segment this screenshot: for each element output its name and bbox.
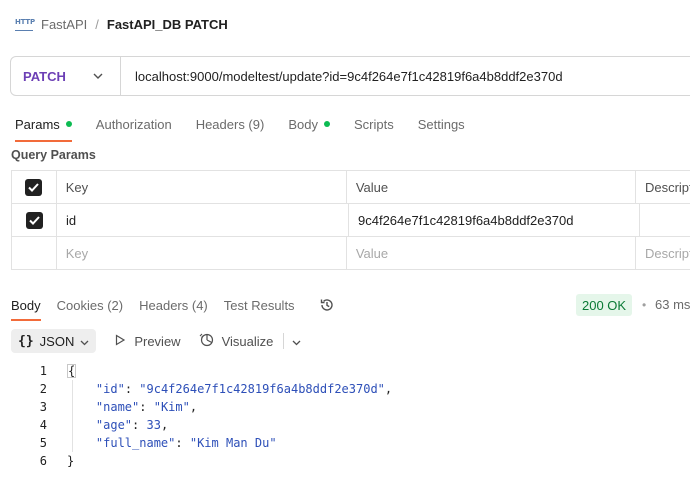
code-line: 2 "id": "9c4f264e7f1c42819f6a4b8ddf2e370… — [0, 380, 392, 398]
active-dot-icon — [323, 121, 330, 127]
column-header-key: Key — [57, 171, 347, 203]
code-line: 1 { — [0, 362, 392, 380]
new-description-field[interactable]: Description — [636, 237, 690, 269]
tab-label: Settings — [417, 116, 465, 132]
column-header-description: Description — [636, 171, 690, 203]
chevron-down-icon — [92, 70, 104, 82]
line-number: 4 — [39, 418, 47, 432]
query-params-title: Query Params — [11, 148, 96, 162]
table-row-empty: Key Value Description — [12, 237, 690, 270]
status-separator: • — [642, 298, 647, 312]
url-bar: PATCH localhost:9000/modeltest/update?id… — [10, 56, 690, 96]
tab-label: Authorization — [95, 116, 172, 132]
new-key-field[interactable]: Key — [57, 237, 347, 269]
json-key: "age" — [95, 418, 133, 432]
breadcrumb: HTTP FastAPI / FastAPI_DB PATCH — [15, 14, 228, 34]
tab-scripts[interactable]: Scripts — [354, 112, 394, 136]
breadcrumb-separator: / — [95, 16, 99, 32]
line-number: 3 — [39, 400, 47, 414]
code-line: 6 } — [0, 452, 392, 470]
response-body[interactable]: 1 { 2 "id": "9c4f264e7f1c42819f6a4b8ddf2… — [0, 362, 392, 470]
params-table: Key Value Description id 9c4f264e7f1c428… — [11, 170, 690, 270]
response-tab-body[interactable]: Body — [11, 298, 41, 321]
tab-params[interactable]: Params — [15, 112, 72, 142]
select-all-checkbox[interactable] — [12, 171, 57, 203]
visualize-button[interactable]: Visualize — [199, 332, 274, 350]
response-tab-cookies[interactable]: Cookies (2) — [57, 298, 123, 313]
checkmark-icon — [25, 178, 43, 196]
http-badge-text: HTTP — [15, 18, 35, 26]
json-value: "9c4f264e7f1c42819f6a4b8ddf2e370d" — [139, 382, 385, 396]
code-line: 4 "age": 33, — [0, 416, 392, 434]
json-comma: , — [160, 418, 169, 432]
json-key: "full_name" — [95, 436, 176, 450]
response-time[interactable]: 63 ms — [655, 297, 690, 312]
tab-body[interactable]: Body — [288, 112, 330, 136]
visualize-label: Visualize — [221, 333, 274, 349]
tab-headers[interactable]: Headers (9) — [196, 112, 265, 136]
tab-label: Headers (9) — [195, 116, 265, 132]
line-number: 5 — [39, 436, 47, 450]
tab-label: Body — [288, 116, 318, 132]
tab-label: Scripts — [353, 116, 394, 132]
method-dropdown[interactable]: PATCH — [11, 57, 121, 95]
response-tab-headers[interactable]: Headers (4) — [139, 298, 208, 313]
request-name[interactable]: FastAPI_DB PATCH — [107, 17, 228, 32]
param-key-field[interactable]: id — [57, 204, 349, 236]
format-label: JSON — [39, 333, 75, 349]
http-icon: HTTP — [15, 16, 35, 32]
new-value-field[interactable]: Value — [347, 237, 636, 269]
json-value: "Kim Man Du" — [189, 436, 277, 450]
visualize-options-dropdown[interactable] — [292, 334, 301, 349]
json-open-brace: { — [67, 364, 77, 378]
tab-settings[interactable]: Settings — [418, 112, 465, 136]
json-value: "Kim" — [153, 400, 190, 414]
play-icon — [114, 333, 126, 349]
tab-label: Params — [15, 116, 60, 132]
line-number: 6 — [39, 454, 47, 468]
json-value: 33 — [146, 418, 161, 432]
table-row: id 9c4f264e7f1c42819f6a4b8ddf2e370d — [12, 204, 690, 237]
line-number: 1 — [39, 364, 47, 378]
tab-authorization[interactable]: Authorization — [96, 112, 172, 136]
visualize-icon — [199, 332, 214, 350]
preview-label: Preview — [134, 333, 181, 349]
response-toolbar: {} JSON Preview Visualize — [11, 329, 301, 353]
code-line: 3 "name": "Kim", — [0, 398, 392, 416]
empty-checkbox-cell — [12, 237, 57, 269]
table-header-row: Key Value Description — [12, 171, 690, 204]
param-description-field[interactable] — [640, 204, 690, 236]
request-tabs: Params Authorization Headers (9) Body Sc… — [15, 112, 489, 142]
active-dot-icon — [65, 121, 72, 127]
json-key: "id" — [95, 382, 125, 396]
preview-button[interactable]: Preview — [114, 333, 181, 349]
checkmark-icon — [25, 211, 43, 229]
toolbar-divider — [283, 333, 285, 349]
json-close-brace: } — [67, 454, 75, 468]
json-comma: , — [384, 382, 393, 396]
braces-icon: {} — [18, 333, 34, 349]
json-key: "name" — [95, 400, 140, 414]
response-tabs: Body Cookies (2) Headers (4) Test Result… — [11, 296, 335, 321]
json-comma: , — [189, 400, 198, 414]
status-badge[interactable]: 200 OK — [576, 294, 633, 316]
breadcrumb-collection[interactable]: FastAPI — [41, 17, 87, 32]
column-header-value: Value — [347, 171, 636, 203]
code-line: 5 "full_name": "Kim Man Du" — [0, 434, 392, 452]
method-label: PATCH — [23, 68, 66, 84]
response-tab-test-results[interactable]: Test Results — [224, 298, 295, 313]
line-number: 2 — [39, 382, 47, 396]
chevron-down-icon — [80, 334, 89, 349]
row-checkbox[interactable] — [12, 204, 57, 236]
format-dropdown[interactable]: {} JSON — [11, 329, 97, 353]
chevron-down-icon — [292, 334, 301, 349]
history-icon[interactable] — [319, 297, 335, 313]
url-input[interactable]: localhost:9000/modeltest/update?id=9c4f2… — [121, 69, 563, 84]
param-value-field[interactable]: 9c4f264e7f1c42819f6a4b8ddf2e370d — [349, 204, 640, 236]
